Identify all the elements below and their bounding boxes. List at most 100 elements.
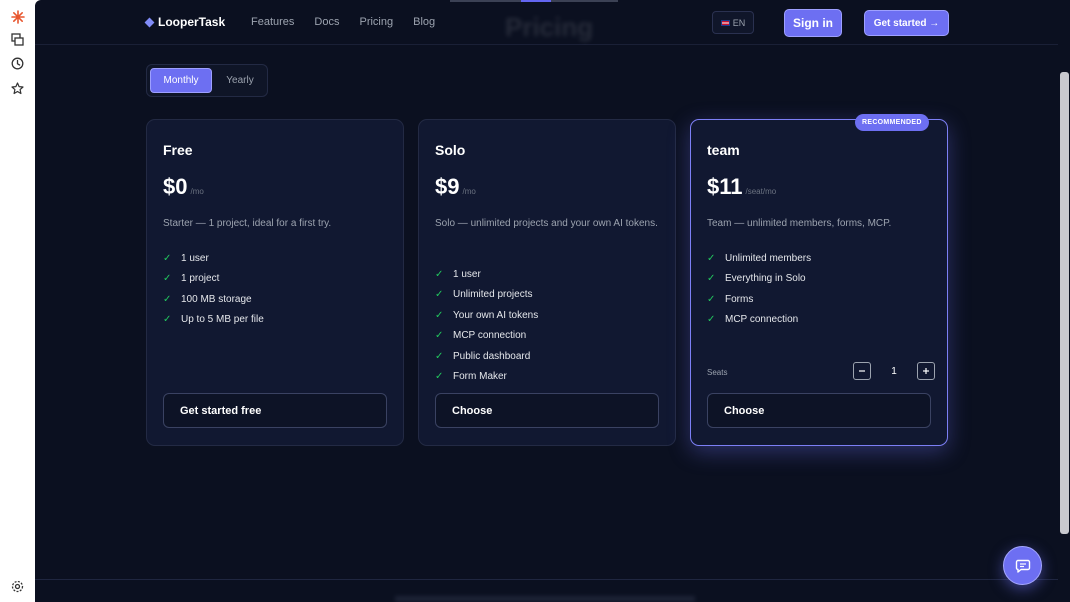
toggle-yearly[interactable]: Yearly (215, 68, 265, 93)
feature-item: ✓ 1 user (163, 248, 264, 269)
choose-solo-button[interactable]: Choose (435, 393, 659, 428)
feature-label: 1 project (181, 273, 220, 285)
main-nav: Features Docs Pricing Blog (251, 16, 435, 28)
feature-label: 1 user (181, 252, 209, 264)
feature-label: Forms (725, 293, 754, 305)
diamond-logo-icon (144, 17, 155, 27)
feature-label: Everything in Solo (725, 273, 806, 285)
plan-period: /mo (190, 187, 204, 196)
check-icon: ✓ (163, 293, 172, 305)
check-icon: ✓ (163, 273, 172, 285)
plan-card-team: RECOMMENDED team $11 /seat/mo Team — unl… (690, 114, 948, 446)
plan-description: Starter — 1 project, ideal for a first t… (163, 218, 332, 229)
feature-item: ✓ 1 user (435, 264, 538, 285)
scrollbar-thumb[interactable] (1060, 72, 1069, 534)
plan-description: Team — unlimited members, forms, MCP. (707, 218, 892, 229)
browser-sidebar (0, 0, 35, 602)
check-icon: ✓ (435, 268, 444, 280)
sun-logo-icon[interactable] (9, 8, 26, 25)
favorites-star-icon[interactable] (9, 80, 26, 97)
feature-item: ✓ Form Maker (435, 367, 538, 388)
plus-icon (923, 368, 929, 374)
brand-name: LooperTask (158, 15, 226, 29)
feature-item: ✓ MCP connection (707, 310, 811, 331)
seats-label: Seats (707, 368, 728, 377)
feature-item: ✓ Everything in Solo (707, 269, 811, 290)
chat-icon (1015, 559, 1030, 573)
tabs-icon[interactable] (9, 31, 26, 48)
history-icon[interactable] (9, 55, 26, 72)
feature-item: ✓ Your own AI tokens (435, 305, 538, 326)
minus-icon (859, 370, 865, 372)
feature-label: Unlimited members (725, 252, 812, 264)
feature-label: 100 MB storage (181, 293, 252, 305)
top-nav-bar: Pricing LooperTask Features Docs Pricing… (35, 0, 1058, 45)
sign-in-button[interactable]: Sign in (784, 9, 842, 37)
footer-divider (35, 579, 1058, 580)
check-icon: ✓ (163, 314, 172, 326)
nav-link-blog[interactable]: Blog (413, 16, 435, 28)
feature-item: ✓ Unlimited members (707, 248, 811, 269)
plan-price: $9 (435, 174, 460, 199)
feature-label: MCP connection (453, 330, 527, 342)
feature-label: Form Maker (453, 371, 507, 383)
plan-card-free: Free $0 /mo Starter — 1 project, ideal f… (146, 119, 404, 446)
check-icon: ✓ (707, 252, 716, 264)
feature-label: Up to 5 MB per file (181, 314, 264, 326)
plan-period: /seat/mo (745, 187, 777, 196)
page-title-ghost: Pricing (505, 12, 594, 42)
plan-name: team (707, 142, 740, 158)
toggle-monthly[interactable]: Monthly (150, 68, 212, 93)
check-icon: ✓ (163, 252, 172, 264)
plan-card-solo: Solo $9 /mo Solo — unlimited projects an… (418, 119, 676, 446)
feature-label: MCP connection (725, 314, 799, 326)
feature-item: ✓ Public dashboard (435, 346, 538, 367)
browser-frame: Pricing LooperTask Features Docs Pricing… (0, 0, 1070, 602)
plan-name: Free (163, 142, 193, 158)
page-scrollbar[interactable] (1058, 0, 1070, 602)
get-started-button[interactable]: Get started → (864, 10, 949, 36)
seats-stepper: 1 (853, 362, 935, 380)
choose-team-button[interactable]: Choose (707, 393, 931, 428)
recommended-badge: RECOMMENDED (855, 114, 929, 131)
plan-price-row: $9 /mo (435, 175, 476, 199)
feature-item: ✓ Up to 5 MB per file (163, 310, 264, 331)
uk-flag-icon (720, 19, 730, 26)
check-icon: ✓ (435, 350, 444, 362)
decrease-seats-button[interactable] (853, 362, 871, 380)
check-icon: ✓ (707, 293, 716, 305)
plan-period: /mo (462, 187, 476, 196)
billing-period-toggle: Monthly Yearly (146, 64, 268, 97)
plan-price-row: $11 /seat/mo (707, 175, 776, 199)
feature-item: ✓ Unlimited projects (435, 285, 538, 306)
feature-item: ✓ 100 MB storage (163, 289, 264, 310)
language-selector[interactable]: EN (712, 11, 754, 34)
language-label: EN (732, 17, 746, 28)
check-icon: ✓ (435, 371, 444, 383)
settings-gear-icon[interactable] (9, 578, 26, 595)
feature-label: Unlimited projects (453, 289, 533, 301)
plan-price: $0 (163, 174, 188, 199)
pricing-page: Pricing LooperTask Features Docs Pricing… (35, 0, 1058, 602)
check-icon: ✓ (707, 314, 716, 326)
nav-link-pricing[interactable]: Pricing (359, 16, 393, 28)
plan-feature-list: ✓ 1 user ✓ 1 project ✓ 100 MB storage ✓ Up t… (163, 248, 264, 330)
feature-label: Public dashboard (453, 350, 531, 362)
feature-label: 1 user (453, 268, 481, 280)
get-started-free-button[interactable]: Get started free (163, 393, 387, 428)
chat-button[interactable] (1003, 546, 1042, 585)
increase-seats-button[interactable] (917, 362, 935, 380)
nav-link-docs[interactable]: Docs (314, 16, 339, 28)
plan-feature-list: ✓ Unlimited members ✓ Everything in Solo ✓… (707, 248, 811, 330)
top-progress-indicator (521, 0, 551, 2)
feature-item: ✓ 1 project (163, 269, 264, 290)
brand-logo[interactable]: LooperTask (144, 15, 226, 29)
nav-link-features[interactable]: Features (251, 16, 294, 28)
seats-value[interactable]: 1 (879, 366, 909, 377)
plan-description: Solo — unlimited projects and your own A… (435, 218, 658, 229)
feature-item: ✓ Forms (707, 289, 811, 310)
check-icon: ✓ (707, 273, 716, 285)
plan-feature-list: ✓ 1 user ✓ Unlimited projects ✓ Your own AI… (435, 264, 538, 387)
check-icon: ✓ (435, 289, 444, 301)
check-icon: ✓ (435, 330, 444, 342)
